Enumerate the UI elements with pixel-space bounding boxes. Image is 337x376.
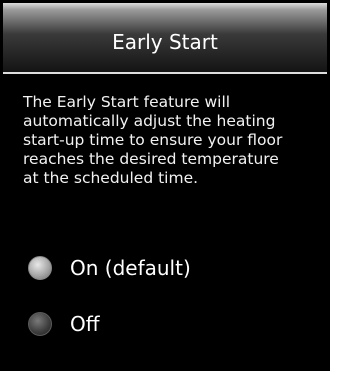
option-on-default[interactable]: On (default) — [28, 256, 191, 280]
option-label-off: Off — [70, 312, 100, 336]
header-divider — [3, 72, 327, 74]
header-bar: Early Start — [3, 3, 327, 72]
thermostat-screen: Early Start The Early Start feature will… — [0, 0, 330, 371]
page-title: Early Start — [112, 29, 218, 54]
feature-description: The Early Start feature will automatical… — [23, 93, 283, 187]
radio-unselected-icon[interactable] — [28, 312, 52, 336]
option-off[interactable]: Off — [28, 312, 100, 336]
option-label-on: On (default) — [70, 256, 191, 280]
radio-selected-icon[interactable] — [28, 256, 52, 280]
